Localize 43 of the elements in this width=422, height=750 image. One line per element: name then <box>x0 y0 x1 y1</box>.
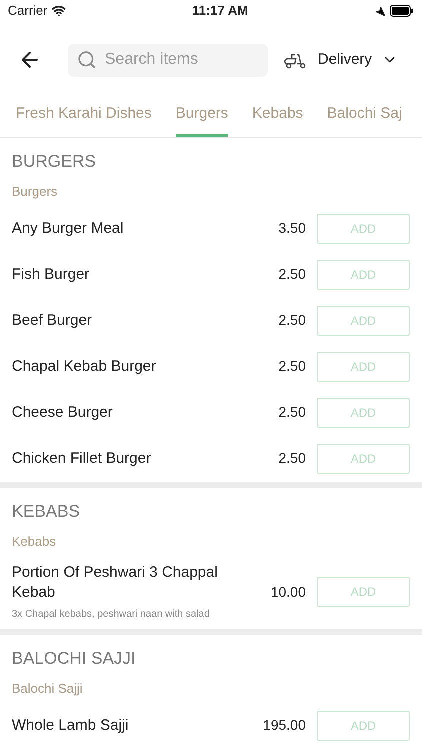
battery-icon <box>390 5 414 17</box>
item-price: 2.50 <box>278 311 306 330</box>
location-icon <box>375 6 386 16</box>
order-type-dropdown[interactable]: Delivery <box>284 48 398 72</box>
item-name: Portion Of Peshwari 3 Chappal Kebab <box>12 562 219 602</box>
item-price: 195.00 <box>263 716 306 735</box>
item-name: Whole Lamb Sajji <box>12 716 130 736</box>
add-button[interactable]: ADD <box>317 214 410 244</box>
search-field[interactable]: Search items <box>68 44 268 76</box>
item-name: Fish Burger <box>12 264 91 284</box>
item-price: 2.50 <box>278 403 306 422</box>
add-button[interactable]: ADD <box>317 260 410 290</box>
item-name: Any Burger Meal <box>12 218 125 238</box>
carrier-label: Carrier <box>8 2 48 20</box>
section-title: BALOCHI SAJJI <box>12 648 137 670</box>
add-button[interactable]: ADD <box>317 398 410 428</box>
section-subtitle: Kebabs <box>12 532 58 550</box>
add-button[interactable]: ADD <box>317 352 410 382</box>
section-subtitle: Burgers <box>12 182 59 201</box>
item-price: 2.50 <box>278 265 306 284</box>
item-description: 3x Chapal kebabs, peshwari naan with salad <box>12 608 211 622</box>
status-time: 11:17 AM <box>192 2 248 20</box>
item-price: 10.00 <box>270 582 306 602</box>
item-price: 2.50 <box>278 357 306 376</box>
item-name: Chapal Kebab Burger <box>12 356 158 376</box>
category-tab[interactable]: Balochi Saj <box>327 97 402 136</box>
section-subtitle: Balochi Sajji <box>12 680 84 698</box>
item-name: Beef Burger <box>12 310 94 330</box>
add-button[interactable]: ADD <box>317 306 410 336</box>
search-icon <box>77 50 97 70</box>
category-tab[interactable]: Kebabs <box>252 97 304 136</box>
item-price: 2.50 <box>278 449 306 468</box>
add-button[interactable]: ADD <box>317 444 410 474</box>
add-button[interactable]: ADD <box>317 710 410 740</box>
item-name: Chicken Fillet Burger <box>12 448 152 468</box>
section-title: KEBABS <box>12 500 82 522</box>
item-name: Cheese Burger <box>12 402 114 422</box>
add-button[interactable]: ADD <box>317 577 410 607</box>
item-price: 3.50 <box>278 219 306 238</box>
category-tab[interactable]: Burgers <box>176 97 228 136</box>
category-tab[interactable]: Fresh Karahi Dishes <box>16 97 152 136</box>
wifi-icon <box>52 4 66 18</box>
section-title: BURGERS <box>12 150 98 172</box>
